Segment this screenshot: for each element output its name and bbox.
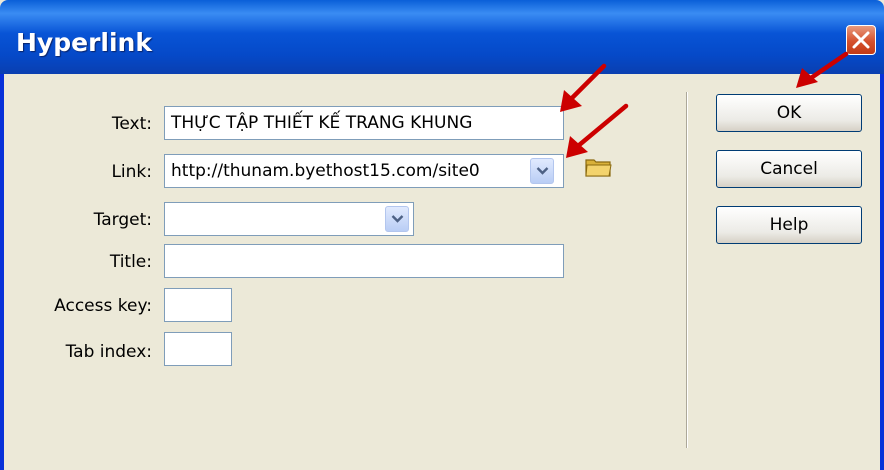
ok-button[interactable]: OK — [716, 94, 862, 132]
window-border-right — [880, 74, 884, 470]
cancel-button[interactable]: Cancel — [716, 150, 862, 188]
chevron-down-icon — [536, 167, 549, 175]
hyperlink-dialog: Hyperlink Text: THỰC TẬP THIẾT KẾ TRANG … — [0, 0, 884, 470]
link-input[interactable]: http://thunam.byethost15.com/site0 — [164, 154, 564, 188]
help-button[interactable]: Help — [716, 206, 862, 244]
text-label: Text: — [111, 114, 152, 134]
red-arrow-annotation — [796, 51, 849, 88]
title-bar[interactable]: Hyperlink — [0, 0, 884, 74]
link-label: Link: — [111, 162, 152, 182]
target-label: Target: — [93, 210, 152, 230]
chevron-down-icon — [391, 215, 404, 223]
target-dropdown-button[interactable] — [385, 206, 409, 232]
link-dropdown-button[interactable] — [530, 158, 554, 184]
close-icon — [852, 31, 870, 49]
access-key-label: Access key: — [54, 296, 152, 316]
dialog-title: Hyperlink — [16, 28, 152, 57]
text-input[interactable]: THỰC TẬP THIẾT KẾ TRANG KHUNG — [164, 106, 564, 140]
access-key-input[interactable] — [164, 288, 232, 322]
tab-index-input[interactable] — [164, 332, 232, 366]
tab-index-label: Tab index: — [65, 342, 152, 362]
target-select[interactable] — [164, 202, 414, 236]
title-input[interactable] — [164, 244, 564, 278]
title-label: Title: — [109, 252, 152, 272]
separator — [686, 92, 687, 448]
red-arrow-annotation — [566, 103, 629, 158]
